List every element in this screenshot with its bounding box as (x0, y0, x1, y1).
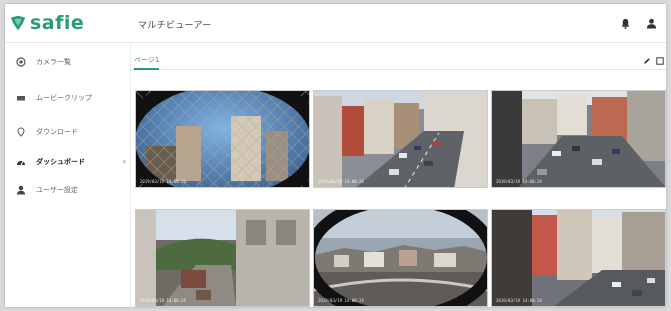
camera-tile-3[interactable]: 2019/03/19 14:00:24 (491, 90, 666, 188)
chevron-right-icon: › (122, 157, 126, 166)
sidebar-item-camera-list[interactable]: カメラ一覧 (5, 49, 130, 75)
logo-text: safie (30, 12, 85, 34)
camera-timestamp: 2019/03/19 14:00:24 (318, 179, 364, 184)
edit-icon[interactable] (642, 56, 651, 65)
sidebar-item-dashboard[interactable]: ダッシュボード › (5, 149, 130, 175)
camera-tile-5[interactable]: 2019/03/19 14:00:24 (313, 209, 488, 307)
sidebar-item-download[interactable]: ダウンロード (5, 119, 130, 145)
camera-5-feed (314, 210, 487, 306)
camera-2-feed (314, 91, 487, 187)
sidebar: カメラ一覧 ムービークリップ ダウンロード ダッシュボード › ユーザー設定 (5, 43, 131, 307)
movie-icon (15, 92, 27, 104)
tab-page-1[interactable]: ページ1 (134, 55, 160, 70)
camera-timestamp: 2019/03/19 14:00:24 (496, 179, 542, 184)
sidebar-item-user-settings[interactable]: ユーザー設定 (5, 177, 130, 203)
page-title: マルチビューアー (138, 21, 212, 31)
bell-icon[interactable] (618, 16, 632, 30)
camera-tile-1[interactable]: 2019/03/19 14:00:24 (135, 90, 310, 188)
safie-logo[interactable]: safie (9, 11, 84, 35)
app-window: safie マルチビューアー カメラ一覧 ムービークリップ ダウンロード ダッシ… (5, 4, 666, 307)
sidebar-item-movie-clip[interactable]: ムービークリップ (5, 85, 130, 111)
user-icon[interactable] (644, 16, 658, 30)
camera-tile-6[interactable]: 2019/03/19 14:00:24 (491, 209, 666, 307)
camera-3-feed (492, 91, 665, 187)
fullscreen-icon[interactable] (655, 56, 664, 65)
safie-logo-mark-icon (10, 15, 26, 31)
camera-1-feed (136, 91, 309, 187)
camera-tile-4[interactable]: 2019/03/19 14:00:24 (135, 209, 310, 307)
sidebar-item-label: ユーザー設定 (36, 186, 78, 194)
camera-timestamp: 2019/03/19 14:00:24 (496, 298, 542, 303)
sidebar-item-label: ダウンロード (36, 128, 78, 136)
dashboard-icon (15, 156, 27, 168)
camera-timestamp: 2019/03/19 14:00:24 (140, 179, 186, 184)
camera-6-feed (492, 210, 665, 306)
camera-4-feed (136, 210, 309, 306)
sidebar-item-label: ムービークリップ (36, 94, 92, 102)
sidebar-item-label: カメラ一覧 (36, 58, 71, 66)
top-bar: safie マルチビューアー (5, 4, 666, 43)
camera-grid: 2019/03/19 14:00:24 2019/03/19 14:00:24 … (135, 90, 666, 307)
camera-timestamp: 2019/03/19 14:00:24 (318, 298, 364, 303)
camera-timestamp: 2019/03/19 14:00:24 (140, 298, 186, 303)
camera-tile-2[interactable]: 2019/03/19 14:00:24 (313, 90, 488, 188)
camera-icon (15, 56, 27, 68)
location-icon (15, 126, 27, 138)
sidebar-item-label: ダッシュボード (36, 158, 85, 166)
user-settings-icon (15, 184, 27, 196)
tab-bar: ページ1 (131, 43, 666, 70)
